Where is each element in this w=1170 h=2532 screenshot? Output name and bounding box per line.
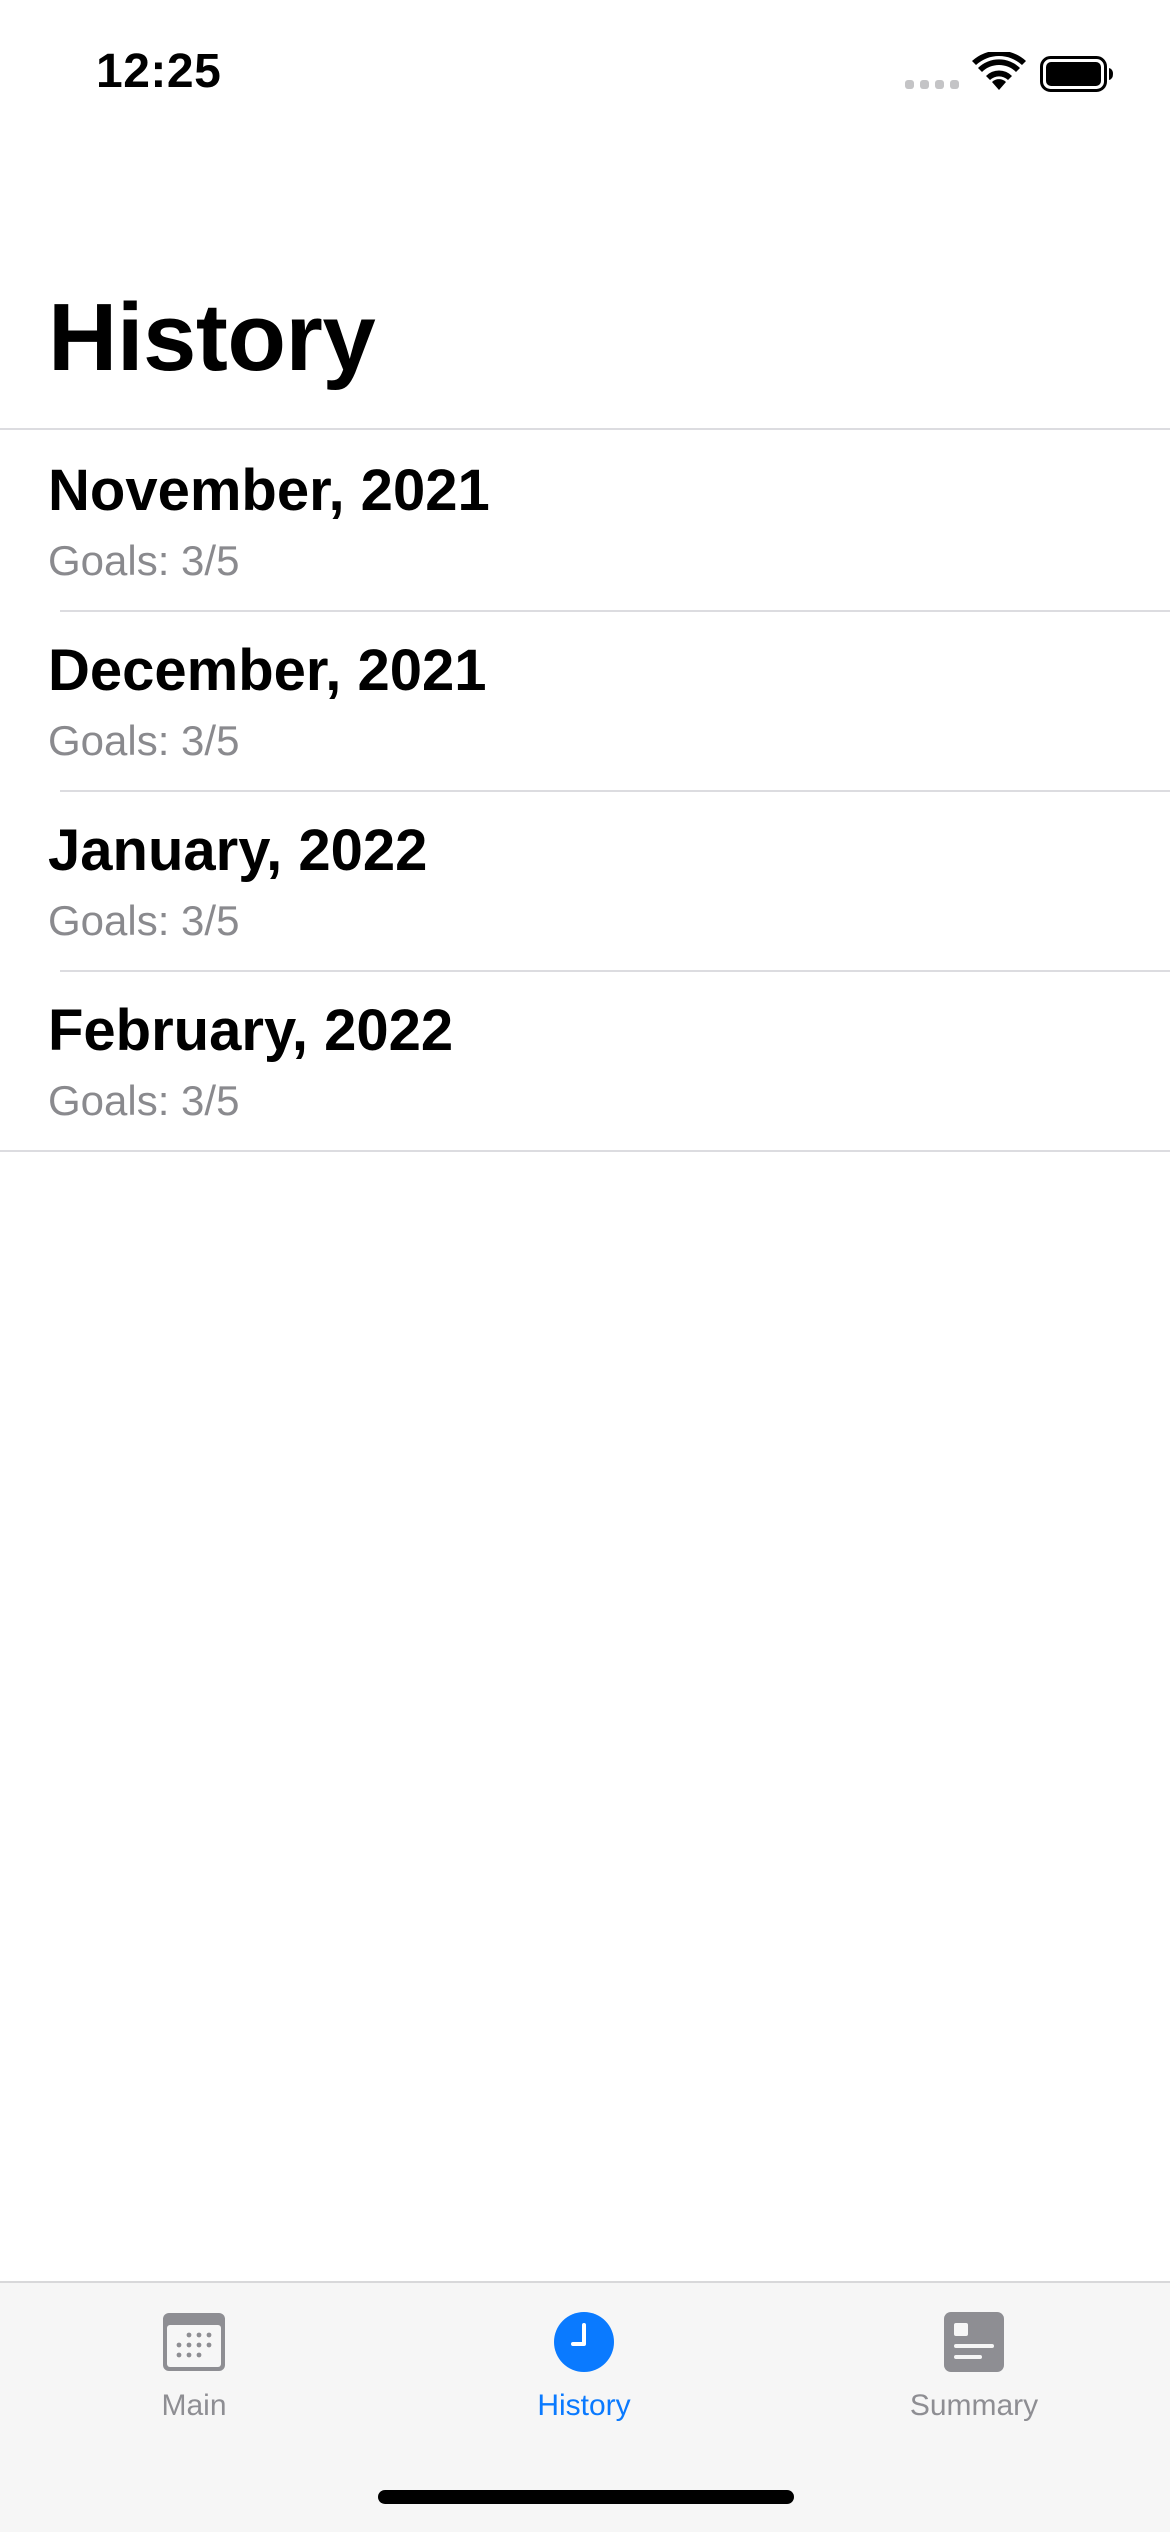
list-item-title: November, 2021	[48, 458, 490, 523]
list-item-goals: Goals: 3/5	[48, 1077, 240, 1124]
home-indicator[interactable]	[378, 2490, 794, 2504]
tab-history-label: History	[537, 2389, 631, 2422]
summary-card-icon	[944, 2312, 1004, 2372]
status-bar: 12:25	[0, 0, 1170, 140]
wifi-icon	[972, 52, 1026, 90]
cellular-signal-icon	[905, 80, 959, 89]
list-item-december-2021[interactable]: December, 2021 Goals: 3/5	[0, 610, 1170, 790]
tab-history[interactable]: History	[434, 2311, 734, 2451]
tab-main[interactable]: Main	[44, 2311, 344, 2451]
tab-summary-label: Summary	[909, 2389, 1039, 2422]
list-item-title: January, 2022	[48, 818, 428, 883]
list-item-title: February, 2022	[48, 998, 454, 1063]
status-time: 12:25	[96, 45, 222, 98]
list-item-title: December, 2021	[48, 638, 487, 703]
page-title: History	[48, 284, 376, 391]
list-item-goals: Goals: 3/5	[48, 717, 240, 764]
list-item-goals: Goals: 3/5	[48, 537, 240, 584]
list-item-goals: Goals: 3/5	[48, 897, 240, 944]
battery-icon	[1040, 56, 1113, 92]
history-list: November, 2021 Goals: 3/5 December, 2021…	[0, 428, 1170, 1152]
list-item-february-2022[interactable]: February, 2022 Goals: 3/5	[0, 970, 1170, 1150]
calendar-icon	[163, 2313, 225, 2371]
tab-main-label: Main	[161, 2389, 227, 2422]
tab-summary[interactable]: Summary	[824, 2311, 1124, 2451]
history-screen: 12:25 History November, 2021 Goals: 3/5 …	[0, 0, 1170, 2532]
list-item-november-2021[interactable]: November, 2021 Goals: 3/5	[0, 430, 1170, 610]
clock-icon	[554, 2312, 614, 2372]
list-item-january-2022[interactable]: January, 2022 Goals: 3/5	[0, 790, 1170, 970]
